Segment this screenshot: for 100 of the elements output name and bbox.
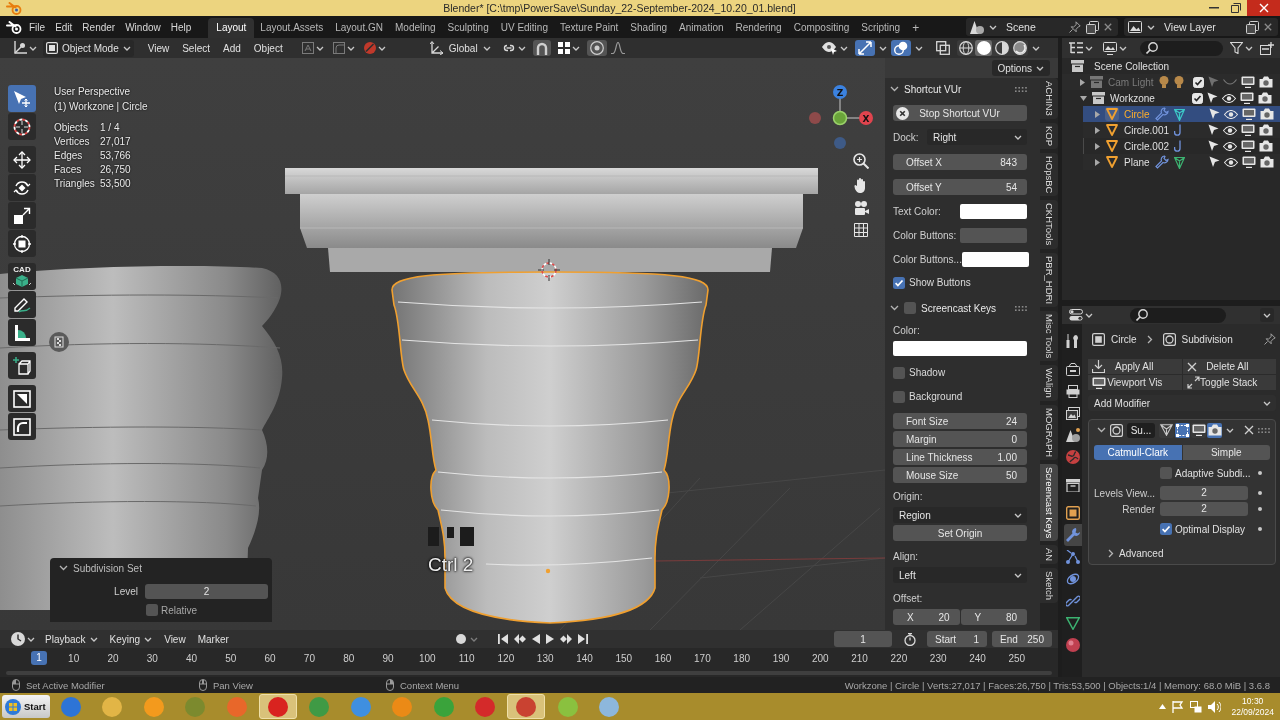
taskbar-button[interactable] bbox=[258, 694, 297, 719]
chevron-icon[interactable] bbox=[890, 86, 899, 92]
start-frame-field[interactable]: Start 1 bbox=[927, 631, 987, 647]
orientation-dropdown[interactable]: Global bbox=[425, 39, 495, 57]
panel-title[interactable]: Screencast Keys bbox=[921, 302, 997, 314]
panel-title[interactable]: Subdivision Set bbox=[73, 562, 142, 574]
close-icon[interactable] bbox=[1244, 425, 1254, 435]
menu-item[interactable]: Marker bbox=[192, 631, 234, 647]
overlays-toggle[interactable] bbox=[891, 40, 911, 56]
grid-icon[interactable] bbox=[854, 223, 868, 237]
menu-item[interactable]: Render bbox=[77, 21, 121, 33]
action-button[interactable]: Viewport Vis bbox=[1088, 375, 1182, 390]
close-icon[interactable] bbox=[1264, 23, 1272, 31]
camera-icon[interactable] bbox=[1259, 124, 1274, 136]
play-icon[interactable] bbox=[545, 634, 554, 644]
checkbox[interactable] bbox=[1192, 92, 1203, 104]
workspace-tab[interactable]: Layout.GN bbox=[329, 18, 389, 38]
triangle-mesh-icon[interactable] bbox=[1173, 155, 1185, 169]
tool-button[interactable] bbox=[8, 385, 36, 412]
workspace-tab[interactable]: Compositing bbox=[787, 18, 856, 38]
checkbox[interactable] bbox=[893, 390, 905, 403]
chevron-icon[interactable] bbox=[890, 305, 899, 311]
modifier-name-field[interactable]: Su... bbox=[1127, 422, 1155, 438]
panel-title[interactable]: Shortcut VUr bbox=[904, 83, 962, 95]
tool-button[interactable] bbox=[8, 113, 36, 140]
wrench-icon[interactable] bbox=[1154, 107, 1169, 121]
expand-arrow-icon[interactable] bbox=[1095, 126, 1100, 134]
outliner-row[interactable]: Circle.002 bbox=[1083, 138, 1280, 154]
number-field[interactable]: X 20 bbox=[893, 609, 960, 625]
menu-item[interactable]: Edit bbox=[50, 21, 78, 33]
checkbox[interactable] bbox=[893, 276, 905, 289]
network-icon[interactable] bbox=[1190, 700, 1203, 713]
workspace-tab[interactable]: Scripting bbox=[855, 18, 907, 38]
camera-icon[interactable] bbox=[1259, 140, 1274, 152]
drag-handle-icon[interactable] bbox=[1015, 305, 1027, 311]
workspace-tab[interactable]: Layout.Assets bbox=[254, 18, 330, 38]
color-field[interactable] bbox=[960, 203, 1027, 219]
record-icon[interactable] bbox=[455, 634, 466, 644]
pin-icon[interactable] bbox=[1264, 333, 1276, 345]
dropdown-button[interactable] bbox=[1260, 308, 1274, 322]
workspace-tab[interactable]: Modeling bbox=[389, 18, 442, 38]
menu-item[interactable]: Window bbox=[120, 21, 166, 33]
sidebar-tab[interactable]: Screencast Keys bbox=[1040, 463, 1058, 541]
workspace-tab[interactable]: Texture Paint bbox=[553, 18, 625, 38]
tool-button[interactable] bbox=[8, 352, 36, 379]
shading-button[interactable] bbox=[975, 40, 992, 56]
keyframe-dot-icon[interactable] bbox=[1258, 527, 1262, 531]
maximize-icon[interactable] bbox=[1231, 3, 1241, 13]
segment-button[interactable]: Simple bbox=[1182, 445, 1270, 460]
drag-handle-icon[interactable] bbox=[1015, 86, 1027, 92]
checkbox[interactable] bbox=[893, 366, 905, 379]
checker-icon[interactable] bbox=[49, 332, 69, 352]
menu-item[interactable]: Help bbox=[165, 21, 197, 33]
shading-button[interactable] bbox=[1011, 40, 1028, 56]
eye-icon[interactable] bbox=[1223, 157, 1238, 167]
outliner-row[interactable]: Circle bbox=[1083, 106, 1280, 122]
add-workspace-button[interactable]: + bbox=[906, 18, 926, 38]
action-button[interactable]: Apply All bbox=[1088, 359, 1182, 374]
caret-icon[interactable] bbox=[879, 45, 887, 51]
wrench-icon[interactable] bbox=[1154, 155, 1169, 169]
sidebar-tab[interactable]: PBR_HDRI bbox=[1040, 252, 1058, 307]
monitor-icon[interactable] bbox=[1241, 140, 1256, 152]
outliner-row[interactable]: Workzone bbox=[1062, 90, 1280, 106]
origin-dropdown[interactable]: Region bbox=[893, 507, 1027, 523]
options-dropdown[interactable]: Options bbox=[991, 60, 1050, 76]
sidebar-tab[interactable]: WAlign bbox=[1040, 364, 1058, 401]
minimize-icon[interactable] bbox=[1209, 7, 1219, 9]
eye-icon[interactable] bbox=[1222, 93, 1236, 103]
menu-item[interactable]: Select bbox=[177, 42, 215, 54]
action-button[interactable]: Delete All bbox=[1182, 359, 1276, 374]
tool-button[interactable] bbox=[8, 202, 36, 229]
expand-arrow-icon[interactable] bbox=[1095, 142, 1100, 150]
chevron-icon[interactable] bbox=[1097, 427, 1106, 433]
workspace-tab[interactable]: Sculpting bbox=[441, 18, 495, 38]
number-field[interactable]: Y 80 bbox=[960, 609, 1027, 625]
hand-icon[interactable] bbox=[854, 177, 868, 193]
tool-button[interactable] bbox=[8, 146, 36, 173]
search-field[interactable] bbox=[1130, 307, 1226, 323]
add-modifier-dropdown[interactable]: Add Modifier bbox=[1088, 395, 1276, 411]
workspace-tab[interactable]: UV Editing bbox=[494, 18, 554, 38]
triangle-mesh-icon[interactable] bbox=[1173, 107, 1185, 121]
arrow-cursor-icon[interactable] bbox=[1208, 156, 1220, 168]
sidebar-tab[interactable]: ACHIN3 bbox=[1040, 78, 1058, 119]
stopwatch-icon[interactable] bbox=[904, 632, 916, 646]
sidebar-tab[interactable]: Misc Tools bbox=[1040, 310, 1058, 361]
level-field[interactable]: 2 bbox=[145, 584, 268, 599]
new-collection-icon[interactable] bbox=[1260, 41, 1274, 55]
pin-icon[interactable] bbox=[1069, 21, 1081, 33]
color-field[interactable] bbox=[961, 251, 1029, 267]
keyframe-dot-icon[interactable] bbox=[1258, 491, 1262, 495]
menu-item[interactable]: Add bbox=[218, 42, 246, 54]
expand-arrow-icon[interactable] bbox=[1080, 95, 1087, 101]
falloff-curve-icon[interactable] bbox=[610, 42, 625, 54]
segment-button[interactable]: Catmull-Clark bbox=[1094, 445, 1182, 460]
drag-handle-icon[interactable] bbox=[1258, 427, 1270, 433]
eye-icon[interactable] bbox=[1223, 125, 1238, 135]
align-dropdown[interactable]: Left bbox=[893, 567, 1027, 583]
number-field[interactable]: Offset Y 54 bbox=[893, 179, 1027, 195]
workspace-tab[interactable]: Shading bbox=[624, 18, 674, 38]
arrow-cursor-icon[interactable] bbox=[1208, 140, 1220, 152]
